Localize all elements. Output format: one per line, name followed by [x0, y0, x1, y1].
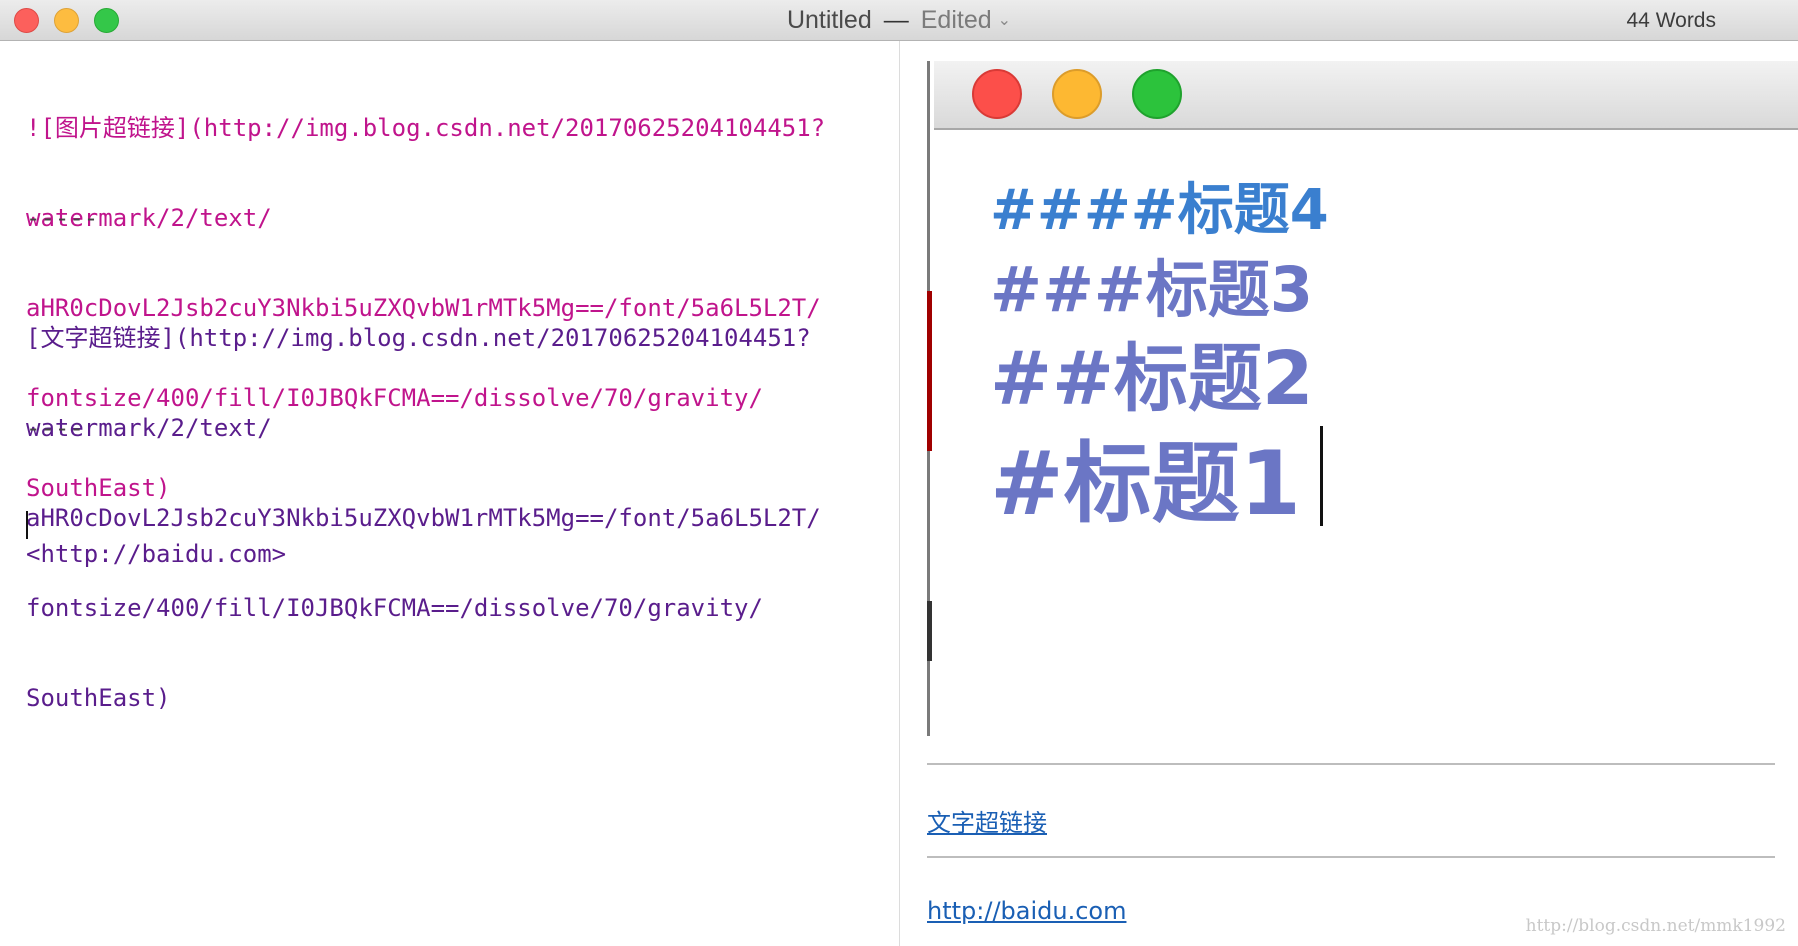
image-heading-1: #标题1 [990, 432, 1301, 535]
horizontal-rule-markup: ---- [26, 414, 84, 442]
markdown-editor[interactable]: ![图片超链接](http://img.blog.csdn.net/201706… [0, 41, 900, 946]
image-edge-decoration [927, 601, 932, 661]
image-edge-decoration [927, 291, 932, 451]
image-zoom-light [1132, 69, 1182, 119]
document-name[interactable]: Untitled [787, 6, 872, 34]
window-titlebar: Untitled — Edited ⌄ 44 Words [0, 0, 1798, 41]
preview-horizontal-rule [927, 763, 1775, 765]
preview-autolink[interactable]: http://baidu.com [927, 897, 1126, 925]
markdown-preview: ####标题4 ###标题3 ##标题2 #标题1 文字超链接 http://b… [901, 41, 1798, 946]
preview-horizontal-rule [927, 856, 1775, 858]
editor-line: aHR0cDovL2Jsb2cuY3Nkbi5uZXQvbW1rMTk5Mg==… [26, 504, 821, 532]
preview-text-link[interactable]: 文字超链接 [927, 803, 1047, 838]
image-heading-4: ####标题4 [990, 178, 1329, 243]
image-minimize-light [1052, 69, 1102, 119]
image-close-light [972, 69, 1022, 119]
editor-line: watermark/2/text/ [26, 414, 272, 442]
text-link-block: [文字超链接](http://img.blog.csdn.net/2017062… [26, 263, 821, 773]
minimize-window-button[interactable] [54, 8, 79, 33]
image-caret [1320, 426, 1323, 526]
editor-line: watermark/2/text/ [26, 204, 272, 232]
zoom-window-button[interactable] [94, 8, 119, 33]
document-title: Untitled — Edited ⌄ [0, 0, 1798, 41]
title-separator: — [883, 6, 909, 34]
horizontal-rule-markup: ----- [26, 204, 99, 232]
editor-line: ![图片超链接](http://img.blog.csdn.net/201706… [26, 114, 826, 142]
autolink-markup: <http://baidu.com> [26, 540, 287, 568]
editor-line: [文字超链接](http://img.blog.csdn.net/2017062… [26, 324, 811, 352]
editor-line: SouthEast) [26, 684, 171, 712]
image-window-titlebar [934, 61, 1798, 130]
image-heading-2: ##标题2 [990, 336, 1314, 422]
word-count: 44 Words [1626, 9, 1717, 32]
chevron-down-icon[interactable]: ⌄ [998, 12, 1011, 29]
preview-embedded-image: ####标题4 ###标题3 ##标题2 #标题1 [927, 61, 1798, 736]
edited-status[interactable]: Edited [921, 6, 992, 34]
close-window-button[interactable] [14, 8, 39, 33]
image-heading-3: ###标题3 [990, 253, 1313, 326]
text-caret [26, 511, 28, 539]
blog-watermark: http://blog.csdn.net/mmk1992 [1525, 916, 1786, 936]
editor-line: fontsize/400/fill/I0JBQkFCMA==/dissolve/… [26, 594, 763, 622]
